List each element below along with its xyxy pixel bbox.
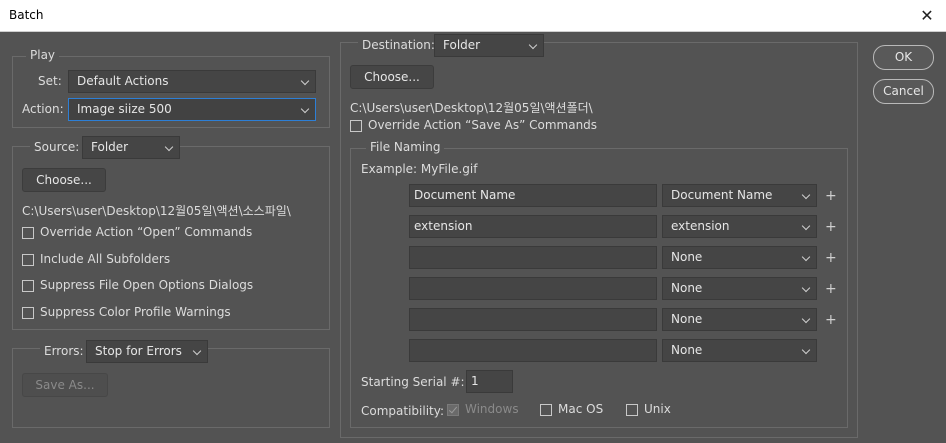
chevron-down-icon — [192, 346, 202, 356]
errors-label: Errors: — [40, 344, 88, 358]
set-select-value: Default Actions — [77, 74, 169, 88]
chevron-down-icon — [528, 40, 538, 50]
add-row-icon[interactable]: + — [825, 189, 837, 203]
window-title: Batch — [9, 8, 44, 22]
naming-field-4[interactable] — [409, 277, 657, 300]
destination-select[interactable]: Folder — [434, 34, 544, 57]
chevron-down-icon — [300, 104, 310, 114]
suppress-open-dialogs-checkbox[interactable] — [22, 280, 34, 292]
add-row-icon[interactable]: + — [825, 251, 837, 265]
naming-select-6[interactable]: None — [662, 339, 817, 362]
chevron-down-icon — [801, 345, 811, 355]
destination-select-value: Folder — [443, 38, 481, 52]
naming-select-6-value: None — [671, 343, 703, 357]
naming-field-1[interactable]: Document Name — [409, 184, 657, 207]
suppress-profile-warnings-label: Suppress Color Profile Warnings — [40, 305, 231, 319]
override-save-as-label: Override Action “Save As” Commands — [368, 118, 598, 132]
action-select[interactable]: Image siize 500 — [68, 98, 316, 121]
include-subfolders-label: Include All Subfolders — [40, 252, 171, 266]
naming-field-3[interactable] — [409, 246, 657, 269]
set-label: Set: — [38, 74, 62, 88]
source-label: Source: — [30, 140, 84, 154]
chevron-down-icon — [801, 314, 811, 324]
chevron-down-icon — [300, 76, 310, 86]
errors-select[interactable]: Stop for Errors — [86, 340, 208, 363]
naming-select-2[interactable]: extension — [662, 215, 817, 238]
naming-field-5[interactable] — [409, 308, 657, 331]
naming-field-2[interactable]: extension — [409, 215, 657, 238]
naming-select-2-value: extension — [671, 219, 730, 233]
action-label: Action: — [22, 102, 64, 116]
macos-checkbox[interactable] — [540, 404, 552, 416]
suppress-open-dialogs-label: Suppress File Open Options Dialogs — [40, 278, 254, 292]
source-path: C:\Users\user\Desktop\12월05일\액션\소스파일\ — [22, 204, 291, 218]
close-icon[interactable]: ✕ — [914, 3, 940, 29]
source-select-value: Folder — [91, 140, 129, 154]
chevron-down-icon — [801, 283, 811, 293]
chevron-down-icon — [801, 252, 811, 262]
naming-select-4[interactable]: None — [662, 277, 817, 300]
play-legend: Play — [26, 48, 60, 62]
chevron-down-icon — [801, 190, 811, 200]
override-save-as-checkbox[interactable] — [350, 120, 362, 132]
naming-select-5-value: None — [671, 312, 703, 326]
ok-button[interactable]: OK — [873, 45, 934, 70]
chevron-down-icon — [801, 221, 811, 231]
add-row-icon[interactable]: + — [825, 313, 837, 327]
naming-select-5[interactable]: None — [662, 308, 817, 331]
windows-label: Windows — [465, 402, 519, 416]
set-select[interactable]: Default Actions — [68, 70, 316, 93]
macos-label: Mac OS — [558, 402, 604, 416]
destination-path: C:\Users\user\Desktop\12월05일\액션폴더\ — [350, 101, 593, 115]
file-naming-example: Example: MyFile.gif — [361, 162, 478, 176]
naming-select-1-value: Document Name — [671, 188, 773, 202]
dialog-body: Play Set: Default Actions Action: Image … — [0, 32, 946, 443]
source-choose-button[interactable]: Choose... — [22, 168, 106, 192]
naming-field-6[interactable] — [409, 339, 657, 362]
naming-select-1[interactable]: Document Name — [662, 184, 817, 207]
naming-select-3-value: None — [671, 250, 703, 264]
override-open-checkbox[interactable] — [22, 227, 34, 239]
naming-select-4-value: None — [671, 281, 703, 295]
errors-select-value: Stop for Errors — [95, 344, 182, 358]
include-subfolders-checkbox[interactable] — [22, 254, 34, 266]
serial-label: Starting Serial #: — [361, 375, 465, 389]
chevron-down-icon — [164, 142, 174, 152]
destination-choose-button[interactable]: Choose... — [350, 65, 434, 89]
save-as-button[interactable]: Save As... — [22, 373, 108, 397]
file-naming-legend: File Naming — [366, 140, 445, 154]
serial-input[interactable]: 1 — [466, 370, 513, 393]
unix-checkbox[interactable] — [626, 404, 638, 416]
windows-checkbox — [447, 404, 459, 416]
add-row-icon[interactable]: + — [825, 282, 837, 296]
naming-select-3[interactable]: None — [662, 246, 817, 269]
title-bar: Batch ✕ — [0, 0, 946, 32]
compatibility-label: Compatibility: — [361, 404, 445, 418]
action-select-value: Image siize 500 — [77, 102, 172, 116]
destination-label: Destination: — [358, 38, 439, 52]
unix-label: Unix — [644, 402, 671, 416]
suppress-profile-warnings-checkbox[interactable] — [22, 307, 34, 319]
source-select[interactable]: Folder — [82, 136, 180, 159]
add-row-icon[interactable]: + — [825, 220, 837, 234]
cancel-button[interactable]: Cancel — [873, 79, 934, 104]
override-open-label: Override Action “Open” Commands — [40, 225, 253, 239]
